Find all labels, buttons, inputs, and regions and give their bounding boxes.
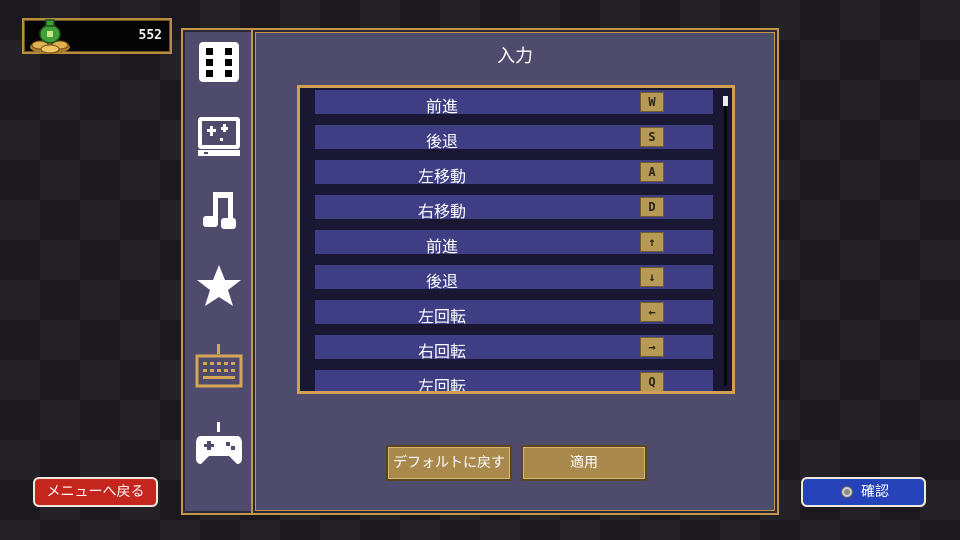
binding-action: 前進	[425, 97, 458, 116]
binding-action: 後退	[425, 132, 458, 151]
confirm-label: 確認	[861, 484, 889, 500]
tab-keyboard[interactable]	[195, 342, 243, 390]
currency-display: 552	[22, 18, 172, 54]
binding-key[interactable]: D	[640, 197, 664, 217]
tab-dice[interactable]	[195, 38, 243, 86]
binding-key[interactable]: ↓	[640, 267, 664, 287]
controller-button-icon	[841, 486, 853, 498]
binding-key[interactable]: Q	[640, 372, 664, 391]
tab-audio[interactable]	[195, 186, 243, 234]
binding-key[interactable]: →	[640, 337, 664, 357]
binding-row[interactable]: 後退 ↓	[315, 265, 713, 291]
binding-key[interactable]: ↑	[640, 232, 664, 252]
scrollbar-thumb[interactable]	[723, 96, 728, 106]
confirm-button[interactable]: 確認	[801, 477, 926, 507]
binding-key[interactable]: W	[640, 92, 664, 112]
screen-sparkle-icon	[198, 117, 240, 156]
binding-action: 左回転	[417, 307, 466, 326]
tab-gamepad[interactable]	[195, 420, 243, 468]
settings-category-sidebar	[181, 28, 256, 515]
tab-display[interactable]	[195, 112, 243, 160]
gamepad-icon	[196, 422, 242, 464]
dice-icon	[199, 42, 239, 82]
coin-bag-icon	[30, 19, 70, 54]
reset-default-button[interactable]: デフォルトに戻す	[386, 445, 512, 481]
binding-action: 前進	[425, 237, 458, 256]
binding-row[interactable]: 前進 ↑	[315, 230, 713, 256]
binding-action: 右回転	[417, 342, 466, 361]
binding-key[interactable]: S	[640, 127, 664, 147]
back-to-menu-button[interactable]: メニューへ戻る	[33, 477, 158, 507]
music-note-icon	[203, 192, 236, 229]
binding-row[interactable]: 左移動 A	[315, 160, 713, 186]
binding-action: 左回転	[417, 377, 466, 394]
binding-action: 左移動	[417, 167, 466, 186]
binding-row[interactable]: 左回転 Q	[315, 370, 713, 394]
currency-amount: 552	[138, 28, 162, 43]
input-settings-panel: 入力 前進 W 後退 S 左移動 A 右移動 D 前進 ↑ 後退 ↓ 左回転 ←	[251, 28, 779, 515]
binding-row[interactable]: 右移動 D	[315, 195, 713, 221]
list-scrollbar[interactable]	[723, 96, 728, 386]
keyboard-icon	[195, 344, 243, 388]
binding-row[interactable]: 前進 W	[315, 90, 713, 116]
binding-action: 右移動	[417, 202, 466, 221]
binding-key[interactable]: A	[640, 162, 664, 182]
panel-title: 入力	[497, 46, 533, 67]
binding-row[interactable]: 右回転 →	[315, 335, 713, 361]
binding-action: 後退	[425, 272, 458, 291]
binding-row[interactable]: 左回転 ←	[315, 300, 713, 326]
apply-button[interactable]: 適用	[521, 445, 647, 481]
tab-achievements[interactable]	[195, 262, 243, 310]
binding-key[interactable]: ←	[640, 302, 664, 322]
binding-row[interactable]: 後退 S	[315, 125, 713, 151]
star-icon	[197, 265, 241, 306]
key-binding-list[interactable]: 前進 W 後退 S 左移動 A 右移動 D 前進 ↑ 後退 ↓ 左回転 ← 右回…	[297, 85, 735, 394]
